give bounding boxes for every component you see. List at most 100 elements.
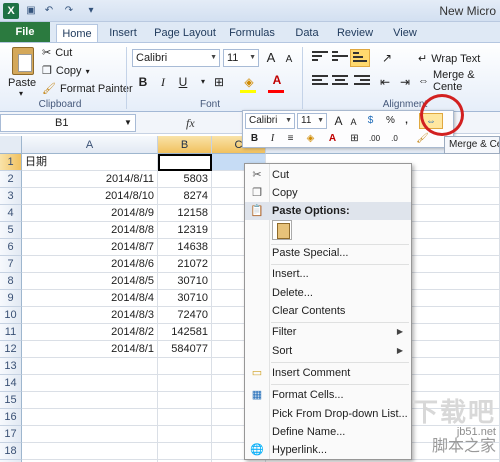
cell[interactable]: 30710 <box>158 290 212 307</box>
cell[interactable]: 30710 <box>158 273 212 290</box>
cell[interactable]: 21072 <box>158 256 212 273</box>
cell[interactable]: 2014/8/7 <box>22 239 158 256</box>
row-header[interactable]: 10 <box>0 307 22 324</box>
selected-cell-b1[interactable] <box>158 154 212 171</box>
cell[interactable]: 5803 <box>158 171 212 188</box>
tab-page-layout[interactable]: Page Layout <box>152 24 218 42</box>
cell[interactable] <box>158 409 212 426</box>
cell[interactable]: 72470 <box>158 307 212 324</box>
column-header-a[interactable]: A <box>22 136 158 154</box>
tab-insert[interactable]: Insert <box>104 24 142 42</box>
cell[interactable] <box>22 426 158 443</box>
mini-align-center-icon[interactable]: ≡ <box>283 131 298 147</box>
cell[interactable] <box>22 358 158 375</box>
cell[interactable]: 584077 <box>158 341 212 358</box>
row-header[interactable]: 12 <box>0 341 22 358</box>
row-header[interactable]: 17 <box>0 426 22 443</box>
row-header[interactable]: 7 <box>0 256 22 273</box>
wrap-text-button[interactable]: ↵ Wrap Text <box>418 51 480 67</box>
cell[interactable] <box>158 358 212 375</box>
fx-icon[interactable]: fx <box>186 116 195 131</box>
mini-percent-icon[interactable]: % <box>383 113 398 129</box>
cell[interactable]: 12158 <box>158 205 212 222</box>
cell[interactable]: 2014/8/4 <box>22 290 158 307</box>
align-top-icon[interactable] <box>312 51 328 65</box>
chevron-down-icon[interactable]: ▼ <box>124 118 132 127</box>
row-header[interactable]: 3 <box>0 188 22 205</box>
menu-item-insert[interactable]: Insert... <box>245 265 411 283</box>
qat-dropdown-icon[interactable]: ▾ <box>84 4 98 18</box>
cell[interactable]: 2014/8/1 <box>22 341 158 358</box>
cell[interactable] <box>158 443 212 460</box>
cell[interactable]: 2014/8/11 <box>22 171 158 188</box>
italic-button[interactable]: I <box>154 73 172 91</box>
row-header[interactable]: 14 <box>0 375 22 392</box>
align-right-icon[interactable] <box>354 75 370 89</box>
mini-format-painter-icon[interactable]: 🖌 <box>415 131 430 147</box>
menu-item-delete[interactable]: Delete... <box>245 284 411 302</box>
cell[interactable]: 日期 <box>22 154 158 171</box>
merge-center-button[interactable]: ⇔ Merge & Cente <box>418 69 500 93</box>
align-bottom-icon[interactable] <box>350 49 370 67</box>
tab-home[interactable]: Home <box>56 24 98 42</box>
mini-bold-button[interactable]: B <box>247 131 262 147</box>
row-header[interactable]: 4 <box>0 205 22 222</box>
mini-italic-button[interactable]: I <box>265 131 280 147</box>
font-color-button[interactable]: A <box>268 71 286 89</box>
mini-borders-icon[interactable]: ⊞ <box>347 131 362 147</box>
row-header[interactable]: 8 <box>0 273 22 290</box>
menu-item-define-name[interactable]: Define Name... <box>245 423 411 441</box>
tab-file[interactable]: File <box>0 22 50 42</box>
row-header[interactable]: 6 <box>0 239 22 256</box>
tab-review[interactable]: Review <box>334 24 376 42</box>
cell[interactable]: 2014/8/5 <box>22 273 158 290</box>
cell[interactable] <box>22 392 158 409</box>
cell[interactable]: 2014/8/3 <box>22 307 158 324</box>
mini-font-select[interactable]: Calibri ▼ <box>245 113 295 129</box>
cell[interactable]: 14638 <box>158 239 212 256</box>
mini-decrease-decimal-icon[interactable]: .00 <box>367 131 382 147</box>
underline-button[interactable]: U <box>174 73 192 91</box>
fill-color-icon[interactable]: ◈ <box>240 73 258 91</box>
row-header[interactable]: 15 <box>0 392 22 409</box>
cell[interactable]: 2014/8/10 <box>22 188 158 205</box>
tab-formulas[interactable]: Formulas <box>226 24 278 42</box>
increase-indent-icon[interactable]: ⇥ <box>396 73 414 91</box>
menu-item-clear-contents[interactable]: Clear Contents <box>245 302 411 320</box>
redo-icon[interactable]: ↷ <box>62 4 76 18</box>
menu-item-hyperlink[interactable]: 🌐 Hyperlink... <box>245 441 411 459</box>
align-center-icon[interactable] <box>332 75 348 89</box>
row-header[interactable]: 5 <box>0 222 22 239</box>
font-name-select[interactable]: Calibri ▼ <box>132 49 220 67</box>
tab-data[interactable]: Data <box>290 24 324 42</box>
cell[interactable]: 2014/8/2 <box>22 324 158 341</box>
mini-grow-font-icon[interactable]: A <box>331 113 346 129</box>
cell[interactable] <box>158 375 212 392</box>
orientation-icon[interactable]: ↗ <box>378 49 396 67</box>
shrink-font-button[interactable]: A <box>280 51 298 69</box>
copy-button[interactable]: ❐ Copy ▾ <box>42 63 90 79</box>
borders-icon[interactable]: ⊞ <box>210 73 228 91</box>
align-middle-icon[interactable] <box>332 51 348 65</box>
row-header[interactable]: 13 <box>0 358 22 375</box>
format-painter-button[interactable]: 🖌 Format Painter <box>42 81 133 97</box>
name-box[interactable]: B1 <box>0 114 136 132</box>
row-header[interactable]: 16 <box>0 409 22 426</box>
row-header[interactable]: 2 <box>0 171 22 188</box>
cell[interactable]: 2014/8/8 <box>22 222 158 239</box>
cell[interactable] <box>158 392 212 409</box>
tab-view[interactable]: View <box>388 24 422 42</box>
align-left-icon[interactable] <box>312 75 328 89</box>
excel-logo-icon[interactable]: X <box>3 3 19 19</box>
cell[interactable]: 12319 <box>158 222 212 239</box>
row-header[interactable]: 18 <box>0 443 22 460</box>
mini-font-color-icon[interactable]: A <box>325 131 340 147</box>
menu-item-filter[interactable]: Filter ▶ <box>245 323 411 341</box>
row-header[interactable]: 1 <box>0 154 22 171</box>
mini-comma-icon[interactable]: , <box>399 113 414 129</box>
cell[interactable]: 142581 <box>158 324 212 341</box>
font-size-select[interactable]: 11 ▼ <box>223 49 259 67</box>
paste-option-icon[interactable] <box>272 220 292 240</box>
cell[interactable]: 2014/8/6 <box>22 256 158 273</box>
mini-increase-decimal-icon[interactable]: .0 <box>387 131 402 147</box>
